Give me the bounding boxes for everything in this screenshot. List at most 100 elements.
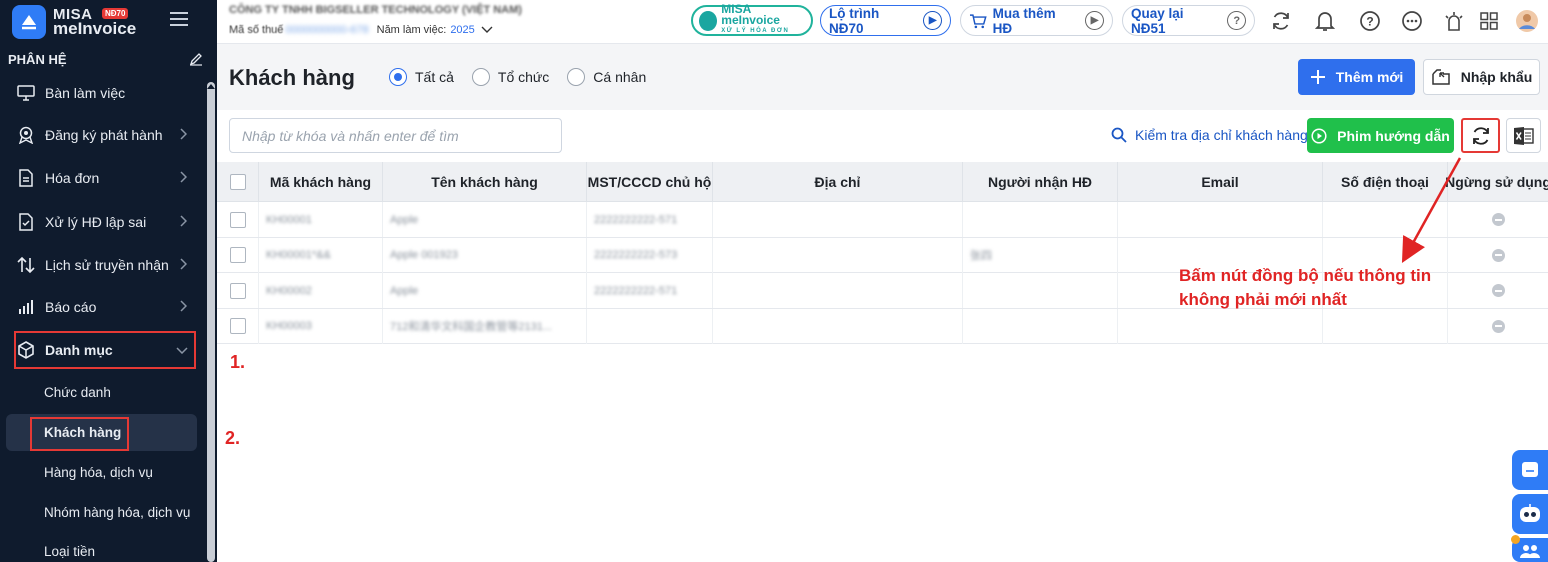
sidebar-subitem-goods-groups[interactable]: Nhóm hàng hóa, dịch vụ	[44, 505, 190, 520]
hamburger-menu-icon[interactable]	[170, 12, 188, 26]
year-value[interactable]: 2025	[450, 24, 474, 36]
chevron-right-icon	[180, 128, 187, 140]
refresh-icon[interactable]	[1269, 9, 1293, 33]
import-folder-icon	[1431, 69, 1450, 85]
apps-grid-icon[interactable]	[1477, 9, 1501, 33]
column-header-receiver[interactable]: Người nhận HĐ	[963, 162, 1118, 202]
scroll-up-arrow-icon[interactable]	[207, 84, 215, 89]
column-header-email[interactable]: Email	[1118, 162, 1323, 202]
sidebar-scrollbar[interactable]	[207, 82, 215, 562]
roadmap-button[interactable]: Lộ trình NĐ70 ▶	[820, 5, 951, 36]
column-header-name[interactable]: Tên khách hàng	[383, 162, 587, 202]
sidebar-item-invoices[interactable]: Hóa đơn	[0, 158, 205, 198]
misa-logo-icon	[12, 5, 46, 39]
sidebar-item-label: Bàn làm việc	[45, 85, 126, 101]
import-button[interactable]: Nhập khẩu	[1423, 59, 1540, 95]
checkbox[interactable]	[229, 174, 246, 190]
filter-all-label: Tất cả	[415, 69, 454, 85]
row-select[interactable]	[217, 273, 259, 308]
sidebar-item-registration[interactable]: Đăng ký phát hành	[0, 115, 205, 155]
cell-email	[1118, 308, 1323, 344]
assistant-bot-button[interactable]	[1512, 494, 1548, 534]
sidebar: MISA meInvoice NĐ70 PHÂN HỆ Bàn làm việc…	[0, 0, 217, 562]
cell-text: Apple	[390, 284, 419, 297]
guide-video-button[interactable]: Phim hướng dẫn	[1307, 118, 1454, 153]
checkbox[interactable]	[229, 211, 246, 228]
column-header-tax[interactable]: MST/CCCD chủ hộ	[587, 162, 713, 202]
bell-icon[interactable]	[1313, 9, 1337, 33]
search-input[interactable]	[229, 118, 562, 153]
sidebar-subitem-goods-services[interactable]: Hàng hóa, dịch vụ	[44, 465, 153, 480]
check-address-link[interactable]: Kiểm tra địa chỉ khách hàng	[1111, 127, 1308, 143]
filter-organization[interactable]: Tổ chức	[471, 68, 549, 86]
row-select[interactable]	[217, 237, 259, 273]
page-title: Khách hàng	[229, 65, 355, 90]
cell-code: KH00002	[259, 273, 383, 308]
play-circle-icon	[1311, 127, 1327, 144]
sidebar-item-label: Danh mục	[45, 342, 113, 358]
back-label: Quay lại NĐ51	[1131, 5, 1184, 36]
annotation-hint: Bấm nút đồng bộ nếu thông tin không phải…	[1179, 264, 1431, 312]
column-header-code[interactable]: Mã khách hàng	[259, 162, 383, 202]
box-icon	[16, 340, 36, 360]
cell-email	[1118, 202, 1323, 237]
lighthouse-icon[interactable]	[1442, 9, 1466, 33]
sidebar-section-title: PHÂN HỆ	[8, 51, 67, 67]
question-icon[interactable]: ?	[1358, 9, 1382, 33]
back-nd51-button[interactable]: Quay lại NĐ51 ?	[1122, 5, 1255, 36]
sidebar-subitem-currency[interactable]: Loại tiền	[44, 544, 95, 559]
sidebar-item-desk[interactable]: Bàn làm việc	[0, 73, 205, 113]
checkbox[interactable]	[229, 247, 246, 263]
cell-text: 2222222222-571	[594, 284, 678, 297]
edit-pencil-icon[interactable]	[189, 52, 203, 66]
cell-text: 张四	[970, 250, 992, 262]
sidebar-item-history[interactable]: Lịch sử truyền nhận	[0, 245, 205, 285]
checkbox[interactable]	[229, 282, 246, 299]
row-select[interactable]	[217, 308, 259, 344]
annotation-hint-line1: Bấm nút đồng bộ nếu thông tin	[1179, 266, 1432, 285]
document-icon	[16, 168, 36, 188]
sidebar-item-catalog[interactable]: Danh mục	[14, 331, 196, 369]
tax-value: 0000000000-678	[285, 24, 369, 36]
annotation-box-customers	[30, 417, 129, 451]
buy-more-button[interactable]: Mua thêm HĐ ▶	[960, 5, 1113, 36]
chevron-down-icon[interactable]	[481, 26, 493, 34]
logo[interactable]: MISA meInvoice NĐ70	[0, 0, 217, 44]
sync-button[interactable]	[1461, 118, 1500, 153]
chat-widget-button[interactable]	[1512, 450, 1548, 490]
column-header-inactive[interactable]: Ngừng sử dụng	[1445, 162, 1548, 202]
sidebar-item-fix-invoices[interactable]: Xử lý HĐ lập sai	[0, 202, 205, 242]
column-header-phone[interactable]: Số điện thoại	[1323, 162, 1448, 202]
cell-code: KH00003	[259, 308, 383, 344]
avatar[interactable]	[1515, 9, 1539, 33]
filter-individual[interactable]: Cá nhân	[567, 68, 646, 86]
cell-code: KH00001*&&	[259, 237, 383, 273]
checkbox[interactable]	[229, 318, 246, 334]
cell-address	[713, 308, 963, 344]
sidebar-item-reports[interactable]: Báo cáo	[0, 287, 205, 327]
table-row[interactable]: KH00001 Apple 2222222222-571	[217, 202, 1548, 238]
cell-inactive	[1448, 202, 1548, 237]
column-header-address[interactable]: Địa chỉ	[713, 162, 963, 202]
row-select[interactable]	[217, 202, 259, 237]
cell-tax: 2222222222-573	[587, 237, 713, 273]
filter-individual-label: Cá nhân	[593, 69, 647, 85]
inactive-status-icon	[1491, 284, 1505, 297]
add-new-button[interactable]: Thêm mới	[1298, 59, 1415, 95]
customer-table: Mã khách hàng Tên khách hàng MST/CCCD ch…	[217, 162, 1548, 344]
transfer-arrows-icon	[16, 255, 36, 275]
more-options-icon[interactable]	[1400, 9, 1424, 33]
header-select-all[interactable]	[217, 162, 259, 202]
brand-pill[interactable]: MISA meInvoice XỬ LÝ HÓA ĐƠN	[691, 3, 813, 36]
chat-icon	[1522, 462, 1538, 477]
filter-all[interactable]: Tất cả	[389, 68, 454, 86]
cell-tax	[587, 308, 713, 344]
annotation-hint-line2: không phải mới nhất	[1179, 290, 1347, 309]
cell-text: KH00003	[266, 320, 312, 332]
table-row[interactable]: KH00003 712和清华文科国企教管等2131...	[217, 308, 1548, 344]
cell-name: Apple	[383, 202, 587, 237]
import-label: Nhập khẩu	[1460, 69, 1533, 85]
export-excel-button[interactable]	[1506, 118, 1541, 153]
cell-text: KH00002	[266, 284, 312, 297]
sidebar-subitem-job-title[interactable]: Chức danh	[44, 385, 111, 400]
